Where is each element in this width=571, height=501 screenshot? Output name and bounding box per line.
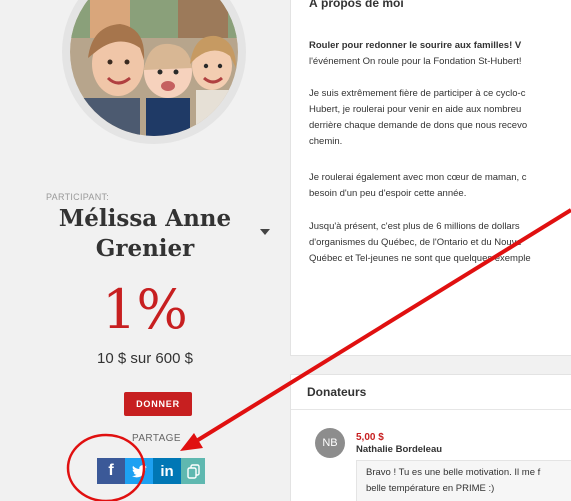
donor-message-line: Bravo ! Tu es une belle motivation. Il m… <box>366 467 541 478</box>
divider <box>291 409 571 410</box>
about-line: derrière chaque demande de dons que nous… <box>309 120 528 131</box>
amount-raised: 10 $ sur 600 $ <box>97 350 193 367</box>
twitter-icon <box>131 464 147 477</box>
copy-link-button[interactable] <box>181 458 205 484</box>
twitter-share-button[interactable] <box>125 458 153 484</box>
donors-panel: Donateurs NB 5,00 $ Nathalie Bordeleau B… <box>290 374 571 501</box>
donor-amount: 5,00 $ <box>356 432 384 443</box>
about-panel: À propos de moi Rouler pour redonner le … <box>290 0 571 356</box>
about-line: d'organismes du Québec, de l'Ontario et … <box>309 237 522 248</box>
share-buttons: f in <box>97 458 205 484</box>
about-line: besoin d'un peu d'espoir cette année. <box>309 188 467 199</box>
about-title: À propos de moi <box>309 0 404 10</box>
about-paragraph-1: Rouler pour redonner le sourire aux fami… <box>309 38 571 70</box>
linkedin-icon: in <box>160 462 174 480</box>
avatar-photo <box>70 0 238 136</box>
chevron-down-icon[interactable] <box>260 229 270 235</box>
profile-sidebar: PARTICIPANT: Mélissa Anne Grenier 1% 10 … <box>0 0 290 501</box>
about-paragraph-4: Jusqu'à présent, c'est plus de 6 million… <box>309 219 571 267</box>
donor-message: Bravo ! Tu es une belle motivation. Il m… <box>356 460 571 501</box>
about-line: Québec et Tel-jeunes ne sont que quelque… <box>309 253 531 264</box>
about-line: Je roulerai également avec mon cœur de m… <box>309 172 527 183</box>
about-paragraph-2: Je suis extrêmement fière de participer … <box>309 86 571 150</box>
about-line: Je suis extrêmement fière de participer … <box>309 88 526 99</box>
about-line: Rouler pour redonner le sourire aux fami… <box>309 40 522 51</box>
participant-name: Mélissa Anne Grenier <box>58 205 232 262</box>
facebook-share-button[interactable]: f <box>97 458 125 484</box>
participant-label: PARTICIPANT: <box>46 192 110 202</box>
donor-name[interactable]: Nathalie Bordeleau <box>356 444 442 455</box>
copy-icon <box>186 463 200 479</box>
facebook-icon: f <box>108 462 114 479</box>
about-line: chemin. <box>309 136 343 147</box>
share-label: PARTAGE <box>132 433 181 444</box>
about-paragraph-3: Je roulerai également avec mon cœur de m… <box>309 170 571 202</box>
donors-title: Donateurs <box>307 385 367 399</box>
about-line: Hubert, je roulerai pour venir en aide a… <box>309 104 522 115</box>
about-line: Jusqu'à présent, c'est plus de 6 million… <box>309 221 520 232</box>
donor-avatar: NB <box>315 428 345 458</box>
avatar <box>62 0 246 144</box>
donate-button[interactable]: DONNER <box>124 392 192 416</box>
donor-message-line: belle température en PRIME :) <box>366 483 495 494</box>
progress-percent: 1% <box>102 278 188 341</box>
about-line: l'événement On roule pour la Fondation S… <box>309 56 522 67</box>
linkedin-share-button[interactable]: in <box>153 458 181 484</box>
